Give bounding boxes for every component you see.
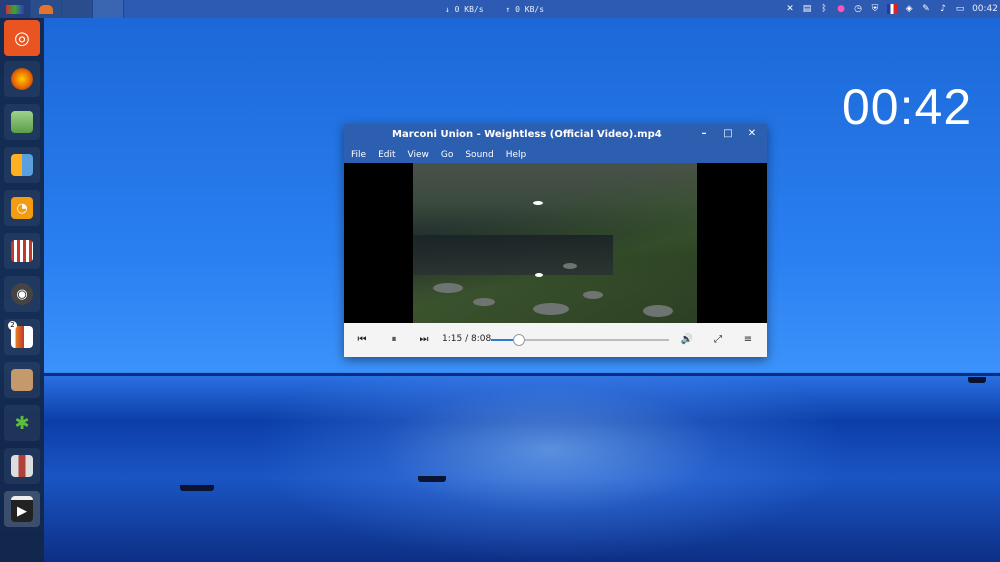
clapper-icon: ▶ — [11, 496, 33, 522]
video-area[interactable] — [344, 163, 767, 323]
close-icon[interactable]: ✕ — [785, 4, 795, 14]
seek-bar[interactable] — [491, 334, 669, 346]
camera-icon: ◉ — [11, 283, 33, 305]
launcher-camera[interactable]: ◉ — [4, 276, 40, 312]
skip-forward-icon[interactable]: ⏭ — [416, 332, 432, 348]
workspace-3[interactable] — [62, 0, 93, 18]
launcher-archive[interactable] — [4, 362, 40, 398]
launcher-cannabis[interactable]: ✱ — [4, 405, 40, 441]
top-panel: ↓ 0 KB/s ↑ 0 KB/s ✕ ▤ ᛒ ● ◷ ⛨ ◈ ✎ ♪ ▭ 00… — [0, 0, 1000, 18]
panel-clock[interactable]: 00:42 — [972, 4, 998, 14]
launcher-files[interactable] — [4, 104, 40, 140]
boat — [968, 377, 986, 383]
window-titlebar[interactable]: Marconi Union - Weightless (Official Vid… — [344, 124, 767, 146]
playback-controls: ⏮ ⏸ ⏭ 1:15 / 8:08 🔊 ⤢ ≡ — [344, 323, 767, 357]
menu-sound[interactable]: Sound — [465, 150, 493, 160]
time-display: 1:15 / 8:08 — [442, 334, 492, 344]
pen-icon[interactable]: ✎ — [921, 4, 931, 14]
battery-icon[interactable]: ▭ — [955, 4, 965, 14]
cannabis-icon: ✱ — [14, 412, 30, 434]
filmstrip-icon[interactable]: ▤ — [802, 4, 812, 14]
popcorn-icon — [11, 240, 33, 262]
menu-icon[interactable]: ≡ — [740, 332, 756, 348]
net-up-speed: ↑ 0 KB/s — [505, 4, 545, 14]
video-rock — [533, 303, 569, 315]
workspace-thumbnails — [0, 0, 124, 18]
notification-badge: 2 — [8, 321, 17, 330]
seek-handle[interactable] — [513, 334, 526, 346]
alarm-icon[interactable]: ◷ — [853, 4, 863, 14]
maximize-icon[interactable]: □ — [721, 127, 735, 141]
video-rock — [583, 291, 603, 299]
music-icon[interactable]: ♪ — [938, 4, 948, 14]
fullscreen-icon[interactable]: ⤢ — [710, 332, 726, 348]
launcher-monitor[interactable]: 2 — [4, 319, 40, 355]
menu-go[interactable]: Go — [441, 150, 453, 160]
workspace-4[interactable] — [93, 0, 124, 18]
net-down-speed: ↓ 0 KB/s — [445, 4, 484, 14]
menu-view[interactable]: View — [408, 150, 429, 160]
firefox-icon — [11, 68, 33, 90]
launcher-popcorn[interactable] — [4, 233, 40, 269]
video-bird — [535, 273, 543, 277]
video-rock — [643, 305, 673, 317]
dropbox-icon[interactable]: ◈ — [904, 4, 914, 14]
ubuntu-dash-icon: ◎ — [14, 27, 30, 49]
launcher-dock: ◎ ◔ ◉ 2 ✱ ▶ — [0, 18, 44, 562]
menu-help[interactable]: Help — [506, 150, 527, 160]
rss-icon: ◔ — [11, 197, 33, 219]
menu-bar: File Edit View Go Sound Help — [344, 146, 767, 163]
workspace-2[interactable] — [31, 0, 62, 18]
launcher-rss[interactable]: ◔ — [4, 190, 40, 226]
video-frame — [413, 163, 697, 323]
shield-icon[interactable]: ⛨ — [870, 4, 880, 14]
office-icon — [11, 154, 33, 176]
horizon-line — [44, 373, 1000, 376]
chat-icon[interactable]: ● — [836, 4, 846, 14]
launcher-ubuntu-dash[interactable]: ◎ — [4, 20, 40, 56]
files-icon — [11, 111, 33, 133]
window-title: Marconi Union - Weightless (Official Vid… — [392, 129, 662, 140]
boat — [180, 485, 214, 491]
launcher-firefox[interactable] — [4, 61, 40, 97]
skip-back-icon[interactable]: ⏮ — [354, 332, 370, 348]
workspace-1[interactable] — [0, 0, 31, 18]
flag-fr-icon[interactable] — [887, 4, 898, 14]
launcher-office[interactable] — [4, 147, 40, 183]
launcher-suit[interactable] — [4, 448, 40, 484]
pause-icon[interactable]: ⏸ — [386, 332, 402, 348]
launcher-video-player[interactable]: ▶ — [4, 491, 40, 527]
video-rock — [473, 298, 495, 306]
video-player-window: Marconi Union - Weightless (Official Vid… — [344, 124, 767, 357]
close-icon[interactable]: ✕ — [745, 127, 759, 141]
menu-file[interactable]: File — [351, 150, 366, 160]
desktop-clock-widget: 00:42 — [842, 79, 973, 135]
volume-icon[interactable]: 🔊 — [679, 332, 695, 348]
minimize-icon[interactable]: – — [697, 127, 711, 141]
boat — [418, 476, 446, 482]
sea-reflection — [250, 375, 850, 562]
bluetooth-icon[interactable]: ᛒ — [819, 4, 829, 14]
menu-edit[interactable]: Edit — [378, 150, 395, 160]
system-tray: ✕ ▤ ᛒ ● ◷ ⛨ ◈ ✎ ♪ ▭ 00:42 — [785, 0, 998, 18]
video-rock — [563, 263, 577, 269]
video-bird — [533, 201, 543, 205]
archive-icon — [11, 369, 33, 391]
video-rock — [433, 283, 463, 293]
video-lake — [413, 235, 613, 275]
network-indicator: ↓ 0 KB/s ↑ 0 KB/s — [445, 0, 544, 18]
suit-icon — [11, 455, 33, 477]
